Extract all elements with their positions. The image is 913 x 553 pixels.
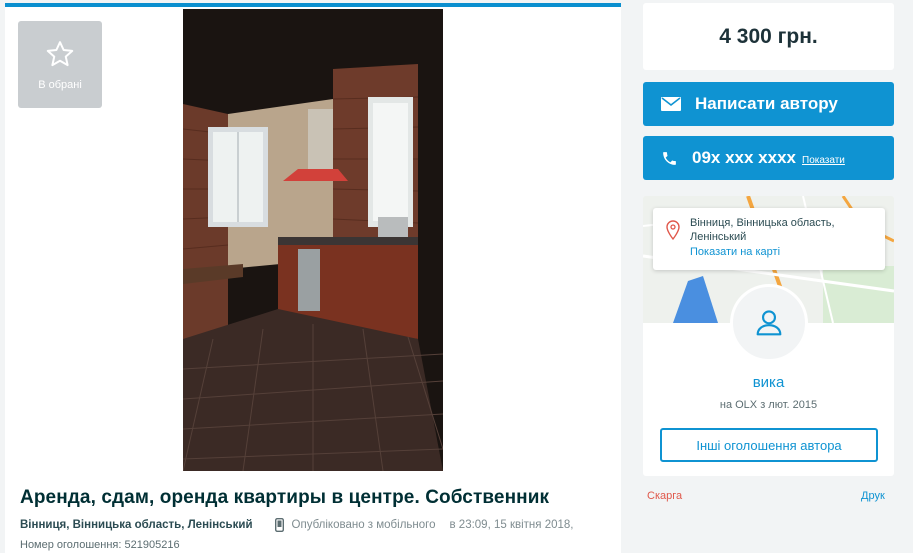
print-link[interactable]: Друк: [861, 490, 885, 502]
seller-since: на OLX з лют. 2015: [719, 399, 818, 411]
phone-number: 09x xxx xxxx: [692, 148, 796, 167]
listing-photo[interactable]: [183, 9, 443, 471]
map-address-line2: Ленінський: [690, 231, 747, 243]
map-address: Вінниця, Вінницька область, Ленінський: [690, 216, 877, 244]
show-on-map-link[interactable]: Показати на карті: [690, 246, 877, 258]
price-box: 4 300 грн.: [643, 3, 894, 70]
user-icon: [756, 310, 782, 336]
location-pin-icon: [666, 220, 680, 240]
map-address-popup: Вінниця, Вінницька область, Ленінський П…: [653, 208, 885, 270]
published-from-mobile: Опубліковано з мобільного: [291, 519, 436, 531]
complain-link[interactable]: Скарга: [647, 490, 682, 502]
show-phone-button[interactable]: 09x xxx xxxx Показати: [643, 136, 894, 180]
seller-name[interactable]: вика: [643, 374, 894, 391]
show-phone-link[interactable]: Показати: [802, 155, 845, 166]
favorite-label: В обрані: [38, 78, 82, 91]
listing-location[interactable]: Вінниця, Вінницька область, Ленінський: [20, 519, 253, 531]
listing-card: В обрані Аренда, сдам, оренда квартиры в…: [5, 3, 621, 553]
listing-meta: Вінниця, Вінницька область, Ленінський О…: [20, 518, 573, 532]
add-to-favorites-button[interactable]: В обрані: [18, 21, 102, 108]
map-address-line1: Вінниця, Вінницька область,: [690, 217, 835, 229]
message-author-button[interactable]: Написати автору: [643, 82, 894, 126]
seller-avatar[interactable]: [730, 284, 808, 362]
seller-card: Вінниця, Вінницька область, Ленінський П…: [643, 196, 894, 476]
mobile-phone-icon: [274, 518, 284, 532]
phone-icon: [663, 151, 676, 165]
message-author-label: Написати автору: [695, 94, 838, 113]
published-time: в 23:09, 15 квітня 2018,: [449, 519, 574, 531]
listing-title: Аренда, сдам, оренда квартиры в центре. …: [20, 487, 550, 508]
kitchen-photo-image: [183, 9, 443, 471]
ad-number: Номер оголошення: 521905216: [20, 539, 180, 551]
star-outline-icon: [46, 40, 74, 66]
envelope-icon: [661, 97, 681, 111]
price: 4 300 грн.: [719, 24, 818, 48]
other-ads-button[interactable]: Інші оголошення автора: [660, 428, 878, 462]
